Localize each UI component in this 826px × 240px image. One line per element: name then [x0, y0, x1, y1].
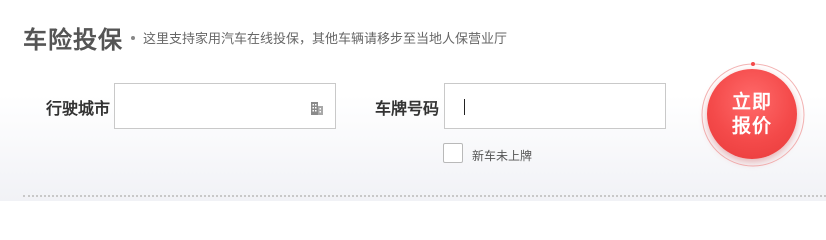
get-quote-label: 立即报价 [731, 91, 772, 137]
page-subtitle: 这里支持家用汽车在线投保，其他车辆请移步至当地人保营业厅 [143, 31, 508, 47]
page-title: 车险投保 [23, 25, 123, 54]
new-car-checkbox-label: 新车未上牌 [472, 149, 533, 163]
get-quote-button[interactable]: 立即报价 [707, 69, 797, 159]
plate-label: 车牌号码 [375, 99, 440, 118]
page-header: 车险投保 这里支持家用汽车在线投保，其他车辆请移步至当地人保营业厅 [23, 20, 507, 54]
section-divider [23, 195, 826, 197]
city-label: 行驶城市 [46, 99, 111, 118]
new-car-checkbox[interactable] [443, 143, 463, 163]
city-input[interactable] [114, 83, 336, 129]
building-icon[interactable] [310, 99, 324, 115]
plate-number-input[interactable] [444, 83, 666, 129]
separator-dot [131, 36, 135, 40]
text-caret [464, 99, 465, 115]
